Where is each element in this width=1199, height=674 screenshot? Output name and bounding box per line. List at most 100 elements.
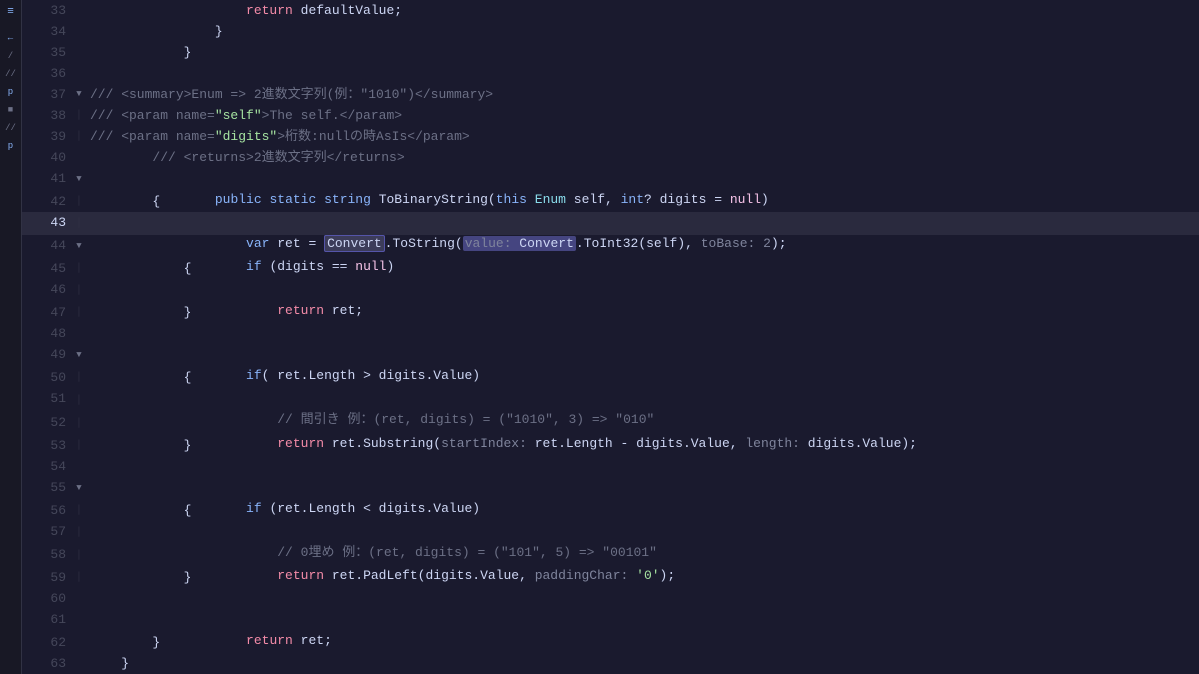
line-number-58: 58: [22, 544, 72, 567]
sidebar-icon-1: ≡: [3, 4, 19, 20]
code-line-41: 41 ▼ public static string ToBinaryString…: [22, 168, 1199, 191]
line-number-62: 62: [22, 632, 72, 653]
line-content-35: }: [86, 42, 1199, 63]
fold-36: [72, 63, 86, 84]
code-line-40: 40 /// <returns>2進数文字列</returns>: [22, 147, 1199, 168]
fold-48: [72, 323, 86, 344]
line-content-52: return ret.Substring(startIndex: ret.Len…: [86, 412, 1199, 435]
line-number-45: 45: [22, 258, 72, 279]
code-line-52: 52 │ return ret.Substring(startIndex: re…: [22, 412, 1199, 435]
line-content-42: {: [86, 191, 1199, 212]
line-content-56: {: [86, 500, 1199, 521]
code-line-54: 54: [22, 456, 1199, 477]
line-number-47: 47: [22, 302, 72, 323]
code-line-34: 34 }: [22, 21, 1199, 42]
fold-43: │: [72, 212, 86, 235]
line-number-44: 44: [22, 235, 72, 258]
fold-53: │: [72, 435, 86, 456]
fold-49[interactable]: ▼: [72, 344, 86, 367]
code-line-60: 60: [22, 588, 1199, 609]
fold-56: │: [72, 500, 86, 521]
fold-54: [72, 456, 86, 477]
editor-container: ≡ ← / // p ■ // p 33 return defaultValue…: [0, 0, 1199, 674]
fold-55[interactable]: ▼: [72, 477, 86, 500]
line-content-43: var ret = Convert.ToString(value: Conver…: [86, 212, 1199, 235]
code-line-45: 45 │ {: [22, 258, 1199, 279]
fold-52: │: [72, 412, 86, 435]
line-number-56: 56: [22, 500, 72, 521]
line-number-43: 43: [22, 212, 72, 235]
sidebar-icon-6: ■: [3, 102, 19, 118]
line-number-55: 55: [22, 477, 72, 500]
line-content-38: /// <param name="self">The self.</param>: [86, 105, 1199, 126]
line-content-36: [86, 63, 1199, 84]
line-content-48: [86, 323, 1199, 344]
fold-63: [72, 653, 86, 674]
sidebar-icon-5: p: [3, 84, 19, 100]
code-line-49: 49 ▼ if( ret.Length > digits.Value): [22, 344, 1199, 367]
code-line-62: 62 }: [22, 632, 1199, 653]
sidebar: ≡ ← / // p ■ // p: [0, 0, 22, 674]
line-number-40: 40: [22, 147, 72, 168]
line-number-61: 61: [22, 609, 72, 632]
line-content-61: return ret;: [86, 609, 1199, 632]
code-line-61: 61 return ret;: [22, 609, 1199, 632]
line-content-62: }: [86, 632, 1199, 653]
line-content-50: {: [86, 367, 1199, 388]
fold-42: │: [72, 191, 86, 212]
line-content-53: }: [86, 435, 1199, 456]
line-content-47: }: [86, 302, 1199, 323]
line-number-50: 50: [22, 367, 72, 388]
fold-47: │: [72, 302, 86, 323]
line-content-49: if( ret.Length > digits.Value): [86, 344, 1199, 367]
line-number-63: 63: [22, 653, 72, 674]
fold-45: │: [72, 258, 86, 279]
line-content-33: return defaultValue;: [86, 0, 1199, 21]
code-line-59: 59 │ }: [22, 567, 1199, 588]
line-content-44: if (digits == null): [86, 235, 1199, 258]
code-line-47: 47 │ }: [22, 302, 1199, 323]
line-number-60: 60: [22, 588, 72, 609]
line-number-41: 41: [22, 168, 72, 191]
line-number-34: 34: [22, 21, 72, 42]
code-line-43: 43 │ var ret = Convert.ToString(value: C…: [22, 212, 1199, 235]
fold-61: [72, 609, 86, 632]
code-line-44: 44 ▼ if (digits == null): [22, 235, 1199, 258]
line-number-53: 53: [22, 435, 72, 456]
line-number-37: 37: [22, 84, 72, 105]
line-number-42: 42: [22, 191, 72, 212]
line-content-41: public static string ToBinaryString(this…: [86, 168, 1199, 191]
line-number-51: 51: [22, 388, 72, 411]
line-content-55: if (ret.Length < digits.Value): [86, 477, 1199, 500]
line-number-48: 48: [22, 323, 72, 344]
line-number-46: 46: [22, 279, 72, 302]
code-line-39: 39 │ /// <param name="digits">桁数:nullの時A…: [22, 126, 1199, 147]
fold-33: [72, 0, 86, 21]
sidebar-icon-3: /: [3, 48, 19, 64]
line-content-39: /// <param name="digits">桁数:nullの時AsIs</…: [86, 126, 1199, 147]
fold-41[interactable]: ▼: [72, 168, 86, 191]
line-content-51: // 間引き 例：(ret, digits) = ("1010", 3) => …: [86, 388, 1199, 411]
line-number-35: 35: [22, 42, 72, 63]
code-line-46: 46 │ return ret;: [22, 279, 1199, 302]
fold-37[interactable]: ▼: [72, 84, 86, 105]
line-content-46: return ret;: [86, 279, 1199, 302]
fold-44[interactable]: ▼: [72, 235, 86, 258]
code-area: 33 return defaultValue; 34 } 35 } 36: [22, 0, 1199, 674]
line-content-63: }: [86, 653, 1199, 674]
code-line-42: 42 │ {: [22, 191, 1199, 212]
fold-38: │: [72, 105, 86, 126]
code-line-58: 58 │ return ret.PadLeft(digits.Value, pa…: [22, 544, 1199, 567]
line-number-54: 54: [22, 456, 72, 477]
fold-62: [72, 632, 86, 653]
line-content-40: /// <returns>2進数文字列</returns>: [86, 147, 1199, 168]
line-number-57: 57: [22, 521, 72, 544]
line-number-52: 52: [22, 412, 72, 435]
code-line-50: 50 │ {: [22, 367, 1199, 388]
fold-39: │: [72, 126, 86, 147]
line-content-58: return ret.PadLeft(digits.Value, padding…: [86, 544, 1199, 567]
line-content-45: {: [86, 258, 1199, 279]
fold-60: [72, 588, 86, 609]
code-line-37: 37 ▼ /// <summary>Enum => 2進数文字列(例："1010…: [22, 84, 1199, 105]
line-number-39: 39: [22, 126, 72, 147]
